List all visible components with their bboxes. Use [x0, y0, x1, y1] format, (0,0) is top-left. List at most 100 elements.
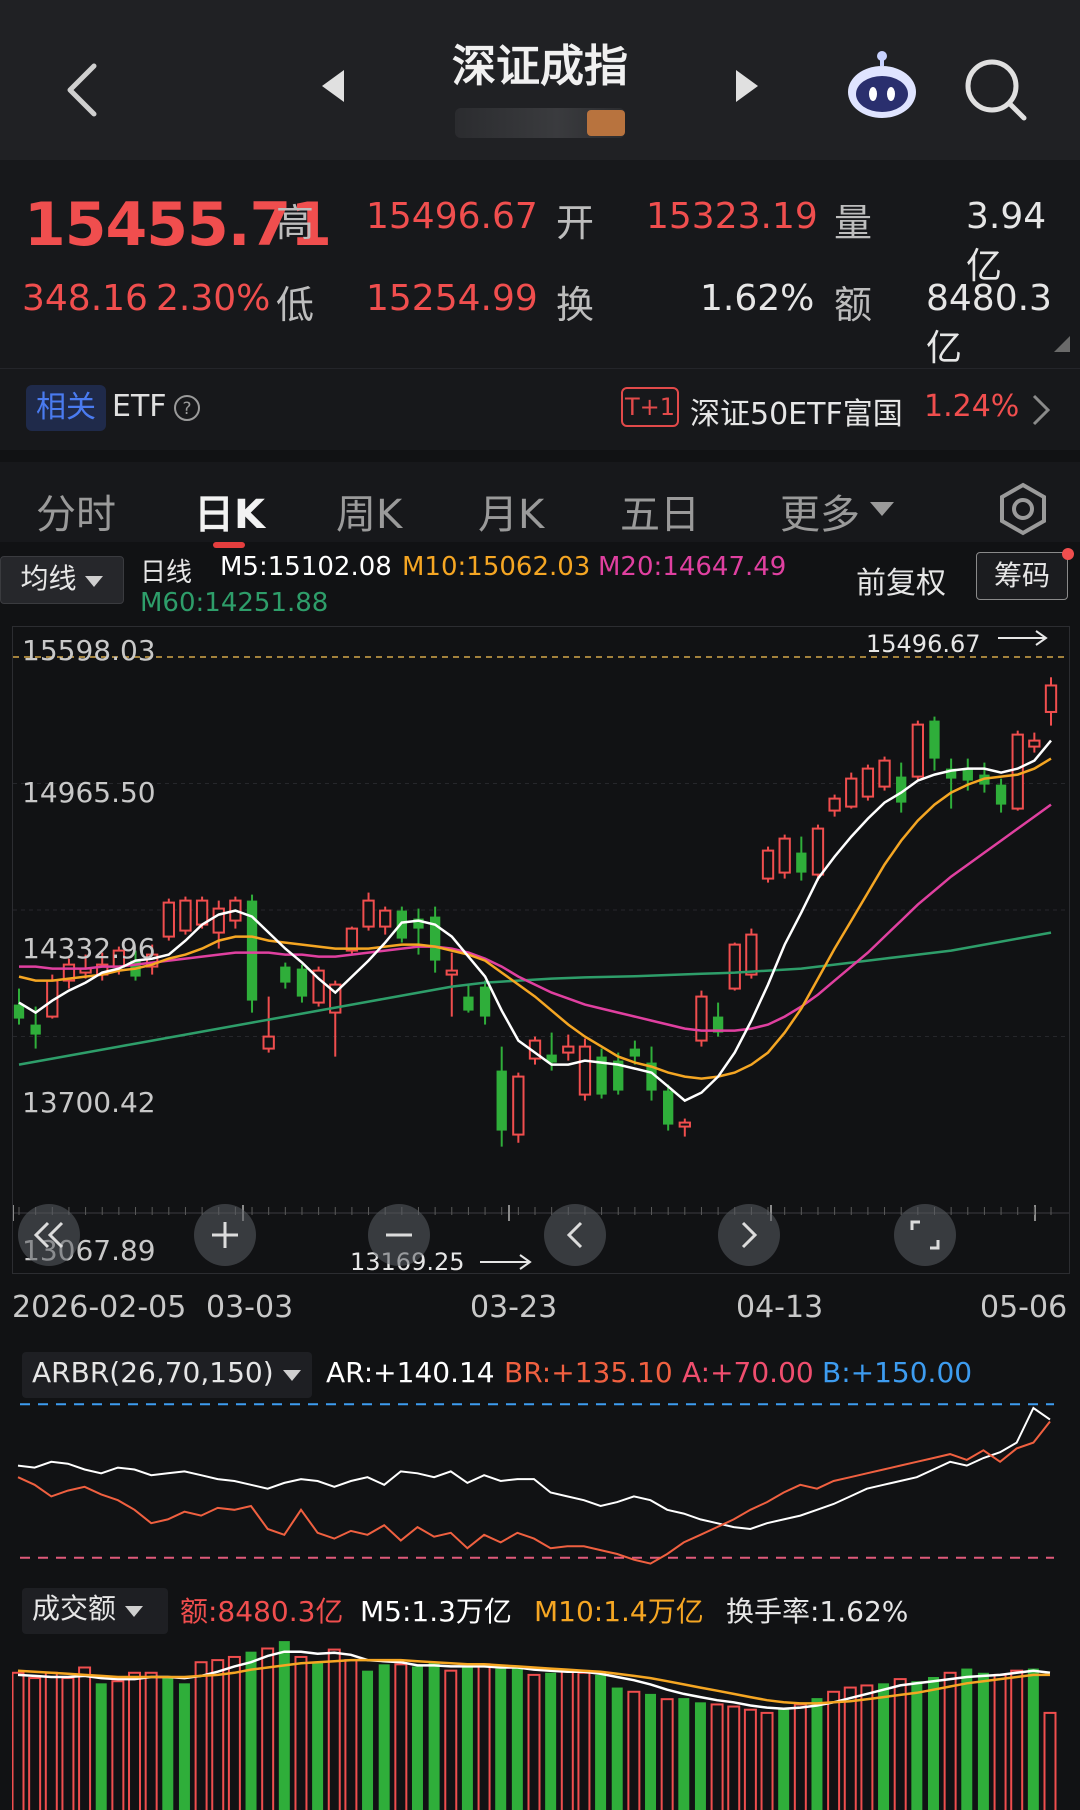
arrow-right-icon — [998, 630, 1048, 646]
tab-intraday[interactable]: 分时 — [36, 482, 116, 540]
candle-body — [878, 759, 891, 788]
volume-bar — [595, 1674, 607, 1810]
candle-body — [1011, 733, 1024, 810]
volume-bar — [927, 1677, 939, 1810]
volume-bar — [1027, 1668, 1039, 1810]
amount-value: 8480.3亿 — [926, 278, 1052, 369]
tab-monthly-k[interactable]: 月K — [478, 482, 544, 540]
volume-bar — [660, 1698, 674, 1810]
zoom-in-button[interactable] — [194, 1204, 256, 1266]
candle-body — [678, 1121, 691, 1128]
turnover-value: 1.62% — [700, 278, 815, 319]
scroll-right-button[interactable] — [718, 1204, 780, 1266]
quote-panel: 15455.71 348.16 2.30% 高 15496.67 低 15254… — [0, 160, 1080, 369]
volume-bar — [793, 1703, 807, 1810]
candle-body — [778, 837, 791, 874]
chevron-right-icon[interactable] — [1030, 393, 1052, 427]
plus-icon — [212, 1222, 238, 1248]
volume-bar — [378, 1664, 390, 1810]
fullscreen-button[interactable] — [894, 1204, 956, 1266]
candle-body — [345, 927, 359, 952]
candle-body — [179, 899, 192, 932]
volume-indicator-name: 成交额 — [32, 1592, 117, 1625]
tab-more[interactable]: 更多 — [780, 482, 860, 540]
help-icon[interactable]: ? — [172, 393, 202, 423]
volume-bar — [128, 1671, 142, 1810]
price-change-pct: 2.30% — [156, 278, 271, 319]
volume-bar — [95, 1683, 107, 1810]
tab-daily-k[interactable]: 日K — [194, 482, 265, 540]
active-tab-indicator — [213, 542, 245, 548]
minus-icon — [386, 1233, 412, 1237]
candle-body — [695, 995, 708, 1042]
svg-text:?: ? — [182, 399, 191, 419]
candle-body — [663, 1090, 674, 1125]
volume-bar — [577, 1671, 591, 1810]
volume-bar — [811, 1698, 823, 1810]
volume-bar — [545, 1672, 557, 1810]
tab-five-day[interactable]: 五日 — [620, 482, 700, 540]
volume-bar — [611, 1687, 623, 1810]
volume-bar — [911, 1681, 923, 1810]
volume-bar — [645, 1693, 657, 1810]
volume-bar — [993, 1673, 1007, 1810]
candle-body — [562, 1045, 575, 1054]
open-value: 15323.19 — [646, 196, 818, 237]
etf-fund-change: 1.24% — [924, 389, 1020, 424]
settings-icon[interactable] — [996, 482, 1050, 536]
tab-weekly-k[interactable]: 周K — [336, 482, 402, 540]
volume-bar — [245, 1651, 257, 1810]
volume-bar — [327, 1648, 341, 1810]
candle-body — [578, 1045, 592, 1096]
expand-icon — [910, 1220, 940, 1250]
ma-selector[interactable]: 均线 — [0, 556, 124, 604]
amount-legend: 额:8480.3亿 — [180, 1595, 344, 1628]
candle-body — [496, 1070, 507, 1131]
volume-bar — [61, 1677, 75, 1810]
volume-bar — [627, 1690, 641, 1810]
volume-bar — [194, 1661, 208, 1810]
scroll-to-start-button[interactable] — [18, 1204, 80, 1266]
volume-bar — [477, 1663, 491, 1810]
volume-bar — [843, 1686, 857, 1810]
low-label: 低 — [276, 283, 315, 327]
chips-button[interactable]: 筹码 — [976, 552, 1068, 600]
scroll-left-button[interactable] — [544, 1204, 606, 1266]
volume-bar — [760, 1711, 774, 1810]
volume-bar — [444, 1669, 458, 1810]
volume-bar — [778, 1708, 790, 1810]
app-root: 深证成指 15455.71 348.16 2.30% 高 15496.67 低 … — [0, 0, 1080, 1810]
volume-bar — [28, 1677, 42, 1810]
low-value: 15254.99 — [366, 278, 538, 319]
volume-bar — [344, 1659, 358, 1810]
arrow-right-icon — [480, 1254, 532, 1270]
expand-corner-icon[interactable] — [1054, 336, 1070, 352]
volume-selector[interactable]: 成交额 — [22, 1588, 168, 1634]
ma60-legend: M60:14251.88 — [140, 588, 329, 618]
etf-label: ETF — [112, 389, 167, 424]
vol-m5-legend: M5:1.3万亿 — [360, 1595, 512, 1628]
next-stock-icon[interactable] — [732, 66, 762, 106]
adjust-mode[interactable]: 前复权 — [856, 558, 946, 602]
candle-body — [861, 767, 875, 798]
volume-bar — [961, 1668, 973, 1810]
arbr-chart[interactable] — [12, 1345, 1070, 1577]
volume-bar — [428, 1662, 440, 1810]
zoom-out-button[interactable] — [368, 1204, 430, 1266]
search-icon[interactable] — [962, 56, 1028, 122]
ma5-legend: M5:15102.08 — [220, 552, 392, 582]
turnover-label: 换 — [556, 283, 595, 327]
volume-bar — [878, 1683, 890, 1810]
volume-bar — [527, 1673, 541, 1810]
robot-assistant-icon[interactable] — [844, 48, 920, 124]
candle-body — [796, 852, 807, 873]
candlestick-chart[interactable] — [12, 626, 1070, 1274]
y-tick-label: 14965.50 — [22, 776, 156, 809]
caret-down-icon[interactable] — [870, 502, 894, 518]
caret-down-icon — [124, 1606, 143, 1617]
candle-body — [463, 996, 474, 1011]
candle-body — [396, 910, 407, 939]
candle-body — [929, 720, 940, 759]
volume-bar — [111, 1680, 125, 1810]
related-etf-bar[interactable]: 相关 ETF ? T+1 深证50ETF富国 1.24% — [0, 368, 1080, 450]
